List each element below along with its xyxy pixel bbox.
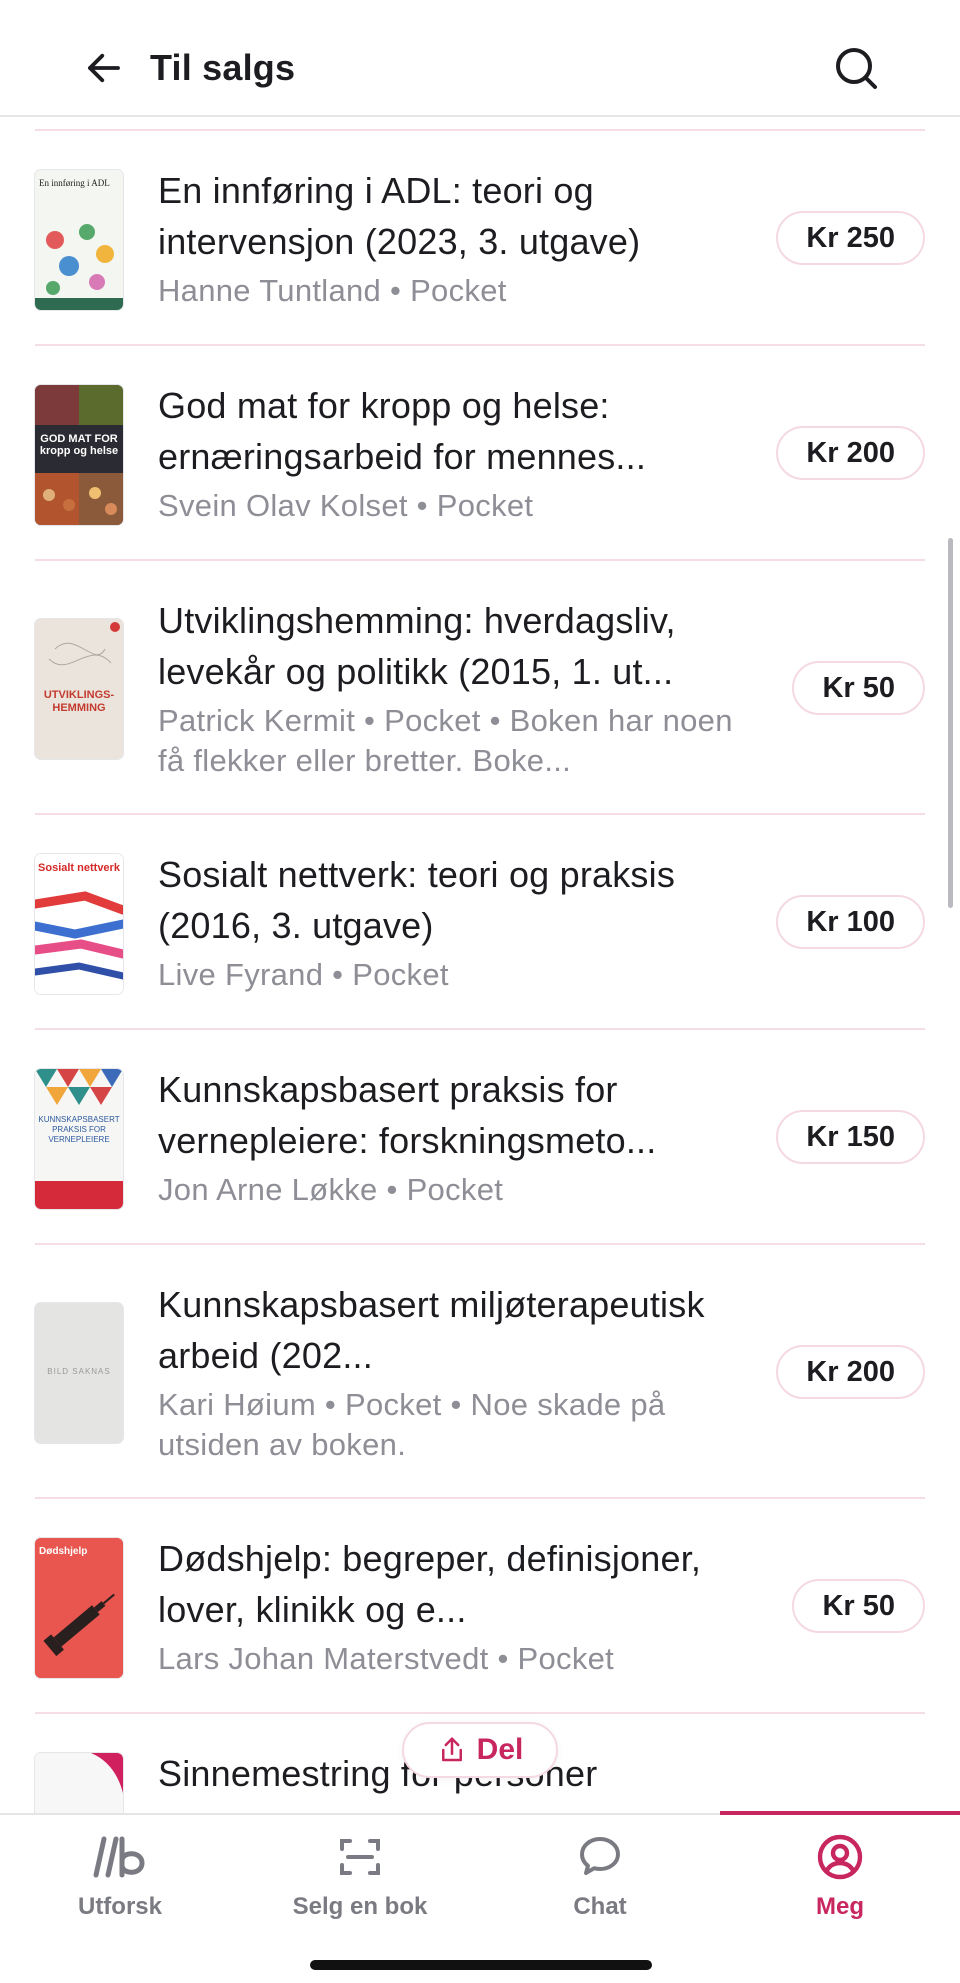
book-title: Kunnskapsbasert praksis for vernepleiere… [158,1069,657,1161]
price-badge: Kr 200 [776,1345,925,1399]
top-bar: Til salgs [0,0,960,117]
book-cover: Sosialt nettverk [35,854,123,994]
tab-sell-book[interactable]: Selg en bok [240,1827,480,1937]
cover-placeholder-text: BILD SAKNAS [47,1367,111,1376]
list-item[interactable]: UTVIKLINGS-HEMMING Utviklingshemming: hv… [35,561,925,815]
share-button[interactable]: Del [402,1722,558,1778]
book-meta: Lars Johan Materstvedt • Pocket [158,1641,615,1676]
tab-sell-label: Selg en bok [292,1893,428,1920]
cover-title: Sosialt nettverk [38,862,120,874]
bottom-navigation: Utforsk Selg en bok Chat Meg [0,1811,960,1983]
price-badge: Kr 50 [792,1579,925,1633]
scrollbar[interactable] [948,538,953,908]
tab-explore-label: Utforsk [77,1893,162,1920]
book-meta: Patrick Kermit • Pocket • Boken har noen… [158,703,733,778]
cover-title: GOD MAT FOR kropp og helse [39,433,119,457]
book-meta: Kari Høium • Pocket • Noe skade på utsid… [158,1387,666,1462]
book-meta: Live Fyrand • Pocket [158,957,449,992]
list-item[interactable]: KUNNSKAPSBASERT PRAKSIS FOR VERNEPLEIERE… [35,1030,925,1245]
cover-title: Dødshjelp [39,1546,88,1557]
tab-explore[interactable]: Utforsk [0,1827,240,1937]
book-title: En innføring i ADL: teori og intervensjo… [158,170,641,262]
list-item[interactable]: GOD MAT FOR kropp og helse God mat for k… [35,346,925,561]
book-title: God mat for kropp og helse: ernæringsarb… [158,385,647,477]
book-title: Dødshjelp: begreper, definisjoner, lover… [158,1538,702,1630]
book-cover: GOD MAT FOR kropp og helse [35,385,123,525]
tab-chat-label: Chat [573,1893,627,1920]
price-badge: Kr 200 [776,426,925,480]
list-item[interactable]: Dødshjelp Dødshjelp: begreper, definisjo… [35,1499,925,1714]
book-title: Utviklingshemming: hverdagsliv, levekår … [158,600,676,692]
tab-me-label: Meg [816,1893,864,1920]
active-tab-indicator [720,1811,960,1815]
cover-title: KUNNSKAPSBASERT PRAKSIS FOR VERNEPLEIERE [38,1115,120,1144]
price-badge: Kr 150 [776,1110,925,1164]
search-button[interactable] [830,42,882,94]
book-cover: Dødshjelp [35,1538,123,1678]
list-item[interactable]: BILD SAKNAS Kunnskapsbasert miljøterapeu… [35,1245,925,1499]
book-cover: En innføring i ADL [35,170,123,310]
cover-title: En innføring i ADL [39,178,110,188]
page-title: Til salgs [150,47,296,88]
book-meta: Hanne Tuntland • Pocket [158,273,507,308]
book-meta: Svein Olav Kolset • Pocket [158,488,534,523]
cover-title: UTVIKLINGS-HEMMING [43,689,115,714]
price-badge: Kr 50 [792,661,925,715]
price-badge: Kr 100 [776,895,925,949]
book-cover [35,1753,123,1813]
profile-icon [816,1827,864,1887]
price-badge: Kr 250 [776,211,925,265]
book-cover: BILD SAKNAS [35,1303,123,1443]
back-button[interactable] [80,44,128,92]
arrow-left-icon [88,53,120,83]
share-label: Del [476,1733,524,1766]
book-list[interactable]: En innføring i ADL En innføring i ADL: t… [0,117,960,1813]
explore-logo-icon [92,1827,148,1887]
book-cover: UTVIKLINGS-HEMMING [35,619,123,759]
book-cover: KUNNSKAPSBASERT PRAKSIS FOR VERNEPLEIERE [35,1069,123,1209]
book-meta: Jon Arne Løkke • Pocket [158,1172,504,1207]
share-icon [441,1737,462,1762]
home-indicator [310,1960,652,1970]
list-item[interactable]: Sosialt nettverk Sosialt nettverk: teori… [35,815,925,1030]
search-icon [836,48,877,89]
scan-icon [336,1827,384,1887]
book-title: Sosialt nettverk: teori og praksis (2016… [158,854,676,946]
chat-bubble-icon [576,1827,624,1887]
tab-chat[interactable]: Chat [480,1827,720,1937]
list-item[interactable]: En innføring i ADL En innføring i ADL: t… [35,131,925,346]
book-title: Kunnskapsbasert miljøterapeutisk arbeid … [158,1284,705,1376]
tab-me[interactable]: Meg [720,1827,960,1937]
